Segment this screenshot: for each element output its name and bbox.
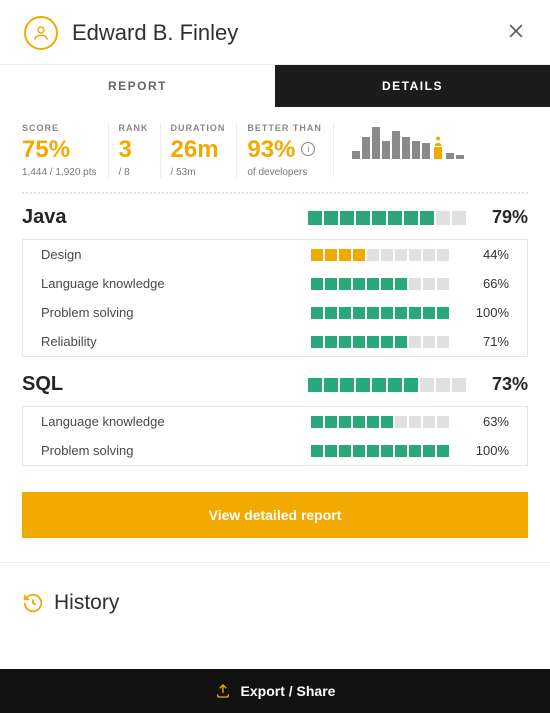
skill-table: Design 44% Language knowledge 66% Problem so… <box>22 239 528 357</box>
stat-better: BETTER THAN 93% i of developers <box>247 123 344 178</box>
progress-boxes <box>311 307 449 319</box>
skill-table: Language knowledge 63% Problem solving 100% <box>22 406 528 466</box>
skill-row: Reliability 71% <box>23 327 527 356</box>
history-title: History <box>54 591 119 615</box>
footer-label: Export / Share <box>241 683 336 699</box>
stat-label: DURATION <box>171 123 226 133</box>
export-icon <box>215 683 231 699</box>
history-icon <box>22 592 44 614</box>
language-section: Java 79% Design 44% Language knowledge 66% Pro… <box>0 194 550 361</box>
stats-row: SCORE 75% 1,444 / 1,920 pts RANK 3 / 8 D… <box>0 107 550 192</box>
tabs: REPORT DETAILS <box>0 65 550 107</box>
skill-row: Design 44% <box>23 240 527 269</box>
skill-pct: 100% <box>467 443 509 458</box>
avatar <box>24 16 58 50</box>
stat-value: 3 <box>119 136 149 164</box>
language-name: Java <box>22 206 67 229</box>
stat-label: BETTER THAN <box>247 123 322 133</box>
language-row: SQL 73% <box>22 373 528 396</box>
skill-label: Problem solving <box>41 305 311 320</box>
progress-boxes <box>308 211 466 225</box>
stat-label: SCORE <box>22 123 97 133</box>
stat-duration: DURATION 26m / 53m <box>171 123 248 178</box>
skill-row: Problem solving 100% <box>23 298 527 327</box>
close-icon[interactable] <box>506 21 526 46</box>
progress-boxes <box>311 445 449 457</box>
skill-label: Reliability <box>41 334 311 349</box>
stat-value: 75% <box>22 136 97 164</box>
language-name: SQL <box>22 373 63 396</box>
histogram-bar <box>352 151 360 159</box>
stat-sub: of developers <box>247 167 322 178</box>
history-section: History <box>0 562 550 623</box>
stat-value: 26m <box>171 136 226 164</box>
stat-label: RANK <box>119 123 149 133</box>
histogram-bar <box>382 141 390 159</box>
progress-boxes <box>311 278 449 290</box>
histogram-chart <box>344 123 464 178</box>
tab-details[interactable]: DETAILS <box>275 65 550 107</box>
info-icon[interactable]: i <box>301 142 315 156</box>
skill-row: Problem solving 100% <box>23 436 527 465</box>
skill-label: Language knowledge <box>41 276 311 291</box>
language-pct: 79% <box>482 207 528 228</box>
skill-pct: 100% <box>467 305 509 320</box>
user-name: Edward B. Finley <box>72 20 238 46</box>
view-report-button[interactable]: View detailed report <box>22 492 528 538</box>
histogram-bar <box>412 141 420 159</box>
histogram-bar <box>456 155 464 159</box>
language-pct: 73% <box>482 374 528 395</box>
skill-row: Language knowledge 63% <box>23 407 527 436</box>
skill-pct: 66% <box>467 276 509 291</box>
skill-label: Language knowledge <box>41 414 311 429</box>
progress-boxes <box>311 249 449 261</box>
stat-value: 93% <box>247 136 295 164</box>
stat-rank: RANK 3 / 8 <box>119 123 171 178</box>
export-share-button[interactable]: Export / Share <box>0 669 550 713</box>
skill-row: Language knowledge 66% <box>23 269 527 298</box>
header: Edward B. Finley <box>0 0 550 65</box>
language-row: Java 79% <box>22 206 528 229</box>
histogram-bar <box>422 143 430 159</box>
histogram-bar <box>372 127 380 159</box>
tab-report[interactable]: REPORT <box>0 65 275 107</box>
histogram-marker <box>432 135 444 159</box>
stat-sub: / 8 <box>119 167 149 178</box>
stat-sub: 1,444 / 1,920 pts <box>22 167 97 178</box>
histogram-bar <box>392 131 400 159</box>
progress-boxes <box>311 416 449 428</box>
progress-boxes <box>311 336 449 348</box>
progress-boxes <box>308 378 466 392</box>
skill-pct: 44% <box>467 247 509 262</box>
stat-sub: / 53m <box>171 167 226 178</box>
skill-label: Problem solving <box>41 443 311 458</box>
skill-label: Design <box>41 247 311 262</box>
histogram-bar <box>402 137 410 159</box>
histogram-bar <box>362 137 370 159</box>
histogram-bar <box>446 153 454 159</box>
language-section: SQL 73% Language knowledge 63% Problem solvi… <box>0 361 550 470</box>
stat-score: SCORE 75% 1,444 / 1,920 pts <box>22 123 119 178</box>
skill-pct: 63% <box>467 414 509 429</box>
skill-pct: 71% <box>467 334 509 349</box>
